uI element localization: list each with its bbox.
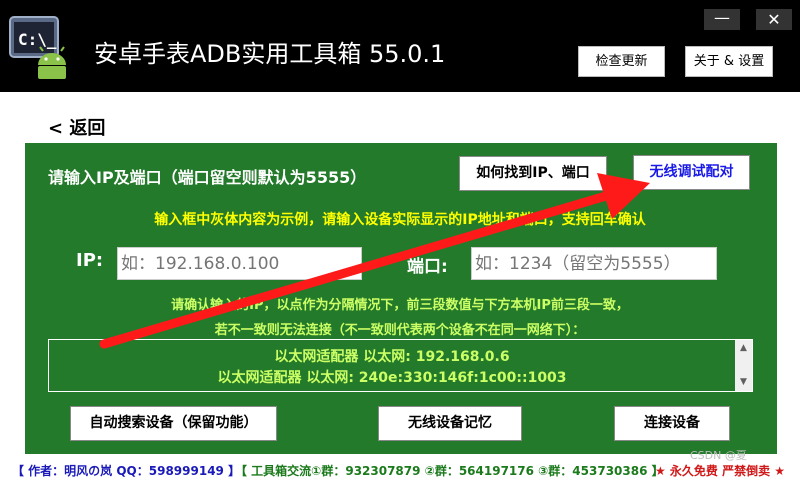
list-item: 以太网适配器 以太网: 240e:330:146f:1c00::1003 xyxy=(217,370,567,386)
connect-button[interactable]: 连接设备 xyxy=(614,406,730,441)
scroll-down-icon[interactable]: ▼ xyxy=(735,374,752,391)
title-bar: C:\_ 安卓手表ADB实用工具箱 55.0.1 — ✕ 检查更新 关于 & 设… xyxy=(0,0,800,92)
author-info: 【 作者：明风の岚 QQ：598999149 】 xyxy=(12,464,241,478)
minimize-button[interactable]: — xyxy=(704,9,740,30)
app-title: 安卓手表ADB实用工具箱 55.0.1 xyxy=(94,40,446,68)
find-ip-button[interactable]: 如何找到IP、端口 xyxy=(459,156,607,191)
group-info: 【 工具箱交流①群：932307879 ②群：564197176 ③群：4537… xyxy=(235,464,664,478)
svg-text:C:\_: C:\_ xyxy=(18,30,57,49)
about-settings-button[interactable]: 关于 & 设置 xyxy=(685,46,773,77)
free-notice: ★ 永久免费 严禁倒卖 ★ xyxy=(655,464,786,478)
ip-port-prompt: 请输入IP及端口（端口留空则默认为5555） xyxy=(48,168,367,187)
port-input[interactable] xyxy=(471,247,717,280)
network-warning-hint: 若不一致则无法连接（不一致则代表两个设备不在同一网络下）： xyxy=(214,323,586,338)
local-ip-list[interactable]: 以太网适配器 以太网: 192.168.0.6 以太网适配器 以太网: 240e… xyxy=(48,339,753,392)
android-cmd-icon: C:\_ xyxy=(9,16,66,79)
list-scrollbar[interactable]: ▲ ▼ xyxy=(735,340,752,391)
ip-label: IP: xyxy=(76,250,104,271)
list-item: 以太网适配器 以太网: 192.168.0.6 xyxy=(274,349,510,365)
scroll-up-icon[interactable]: ▲ xyxy=(735,340,752,357)
ip-check-hint: 请确认输入的IP，以点作为分隔情况下，前三段数值与下方本机IP前三段一致， xyxy=(171,298,629,313)
device-memory-button[interactable]: 无线设备记忆 xyxy=(378,406,522,441)
port-label: 端口: xyxy=(407,257,448,277)
wireless-pair-button[interactable]: 无线调试配对 xyxy=(633,155,750,190)
watermark: CSDN @夏 xyxy=(690,449,747,462)
input-hint: 输入框中灰体内容为示例，请输入设备实际显示的IP地址和端口，支持回车确认 xyxy=(154,212,646,228)
back-button[interactable]: < 返回 xyxy=(48,114,105,140)
auto-search-button[interactable]: 自动搜索设备（保留功能） xyxy=(70,406,277,441)
close-button[interactable]: ✕ xyxy=(756,9,792,30)
footer: 【 作者：明风の岚 QQ：598999149 】 【 工具箱交流①群：93230… xyxy=(0,461,800,480)
check-update-button[interactable]: 检查更新 xyxy=(578,46,665,77)
ip-input[interactable] xyxy=(117,247,362,280)
